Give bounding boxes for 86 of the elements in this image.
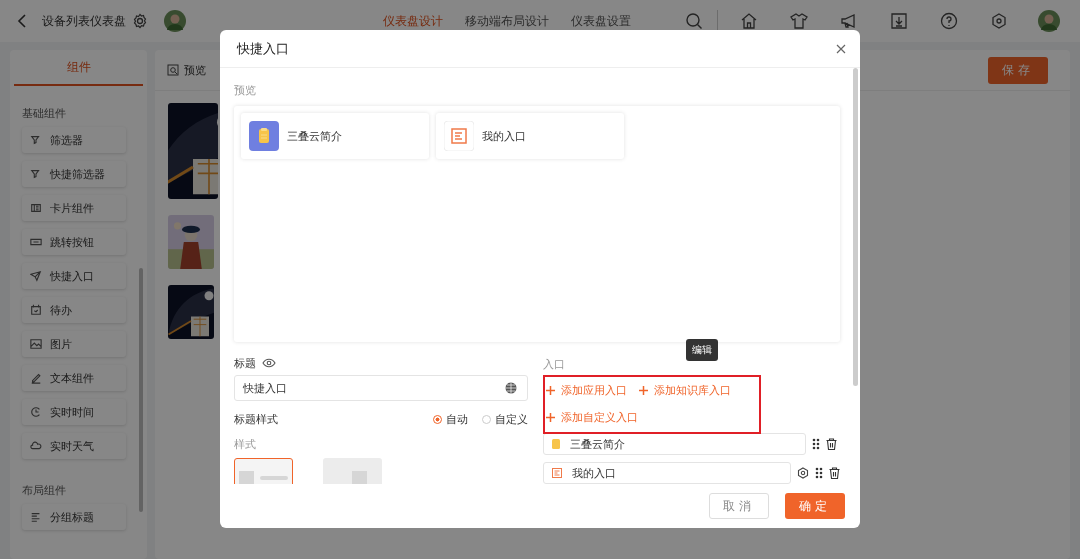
clock-icon: [30, 406, 42, 418]
scrollbar[interactable]: [139, 268, 143, 512]
filter-icon: [30, 168, 42, 180]
search-icon[interactable]: [685, 12, 703, 30]
clipboard-icon: [552, 439, 560, 449]
component-item[interactable]: 快捷筛选器: [22, 161, 126, 187]
radio-option[interactable]: 自定义: [482, 411, 528, 427]
document-icon: [444, 121, 474, 151]
dialog-title: 快捷入口: [237, 39, 289, 58]
component-item[interactable]: 实时时间: [22, 399, 126, 425]
radio-option[interactable]: 自动: [433, 411, 468, 427]
send-icon: [30, 270, 42, 282]
component-item[interactable]: 筛选器: [22, 127, 126, 153]
title-label: 标题: [234, 355, 256, 371]
drag-handle-icon[interactable]: [815, 467, 823, 479]
component-item[interactable]: 待办: [22, 297, 126, 323]
close-icon[interactable]: [836, 43, 846, 54]
dashboard-title: 设备列表仪表盘: [42, 12, 126, 30]
shortcut-card[interactable]: 我的入口: [436, 113, 624, 159]
component-item[interactable]: 跳转按钮: [22, 229, 126, 255]
title-field[interactable]: 快捷入口: [234, 375, 528, 401]
heading-icon: [30, 511, 42, 523]
component-item[interactable]: 卡片组件: [22, 195, 126, 221]
card-icon: [30, 202, 42, 214]
download-icon[interactable]: [890, 12, 908, 30]
component-item[interactable]: 图片: [22, 331, 126, 357]
component-item[interactable]: 实时天气: [22, 433, 126, 459]
preview-label: 预览: [234, 83, 257, 98]
plus-icon: [546, 413, 555, 422]
shortcut-label: 三叠云简介: [287, 128, 342, 144]
shirt-icon[interactable]: [790, 12, 808, 30]
avatar-icon[interactable]: [164, 10, 186, 32]
home-icon[interactable]: [740, 12, 758, 30]
filter-icon: [30, 134, 42, 146]
drag-handle-icon[interactable]: [812, 438, 820, 450]
add-entry-link[interactable]: 添加应用入口: [546, 383, 627, 398]
title-style-label: 标题样式: [234, 411, 278, 427]
component-item[interactable]: 分组标题: [22, 504, 126, 530]
confirm-button[interactable]: 确定: [785, 493, 845, 519]
back-icon[interactable]: [16, 13, 28, 29]
section-title: 布局组件: [22, 483, 67, 498]
entry-field[interactable]: 我的入口: [543, 462, 791, 484]
field-value: 快捷入口: [243, 380, 287, 396]
trash-icon[interactable]: [826, 438, 837, 450]
help-icon[interactable]: [940, 12, 958, 30]
nav-tab[interactable]: 仪表盘设计: [383, 12, 443, 30]
nav-tab[interactable]: 仪表盘设置: [571, 12, 631, 30]
eye-icon[interactable]: [262, 358, 276, 368]
clipboard-icon: [249, 121, 279, 151]
plus-icon: [546, 386, 555, 395]
preview-tab[interactable]: 预览: [167, 62, 206, 78]
radio-label: 自动: [446, 411, 468, 427]
add-entry-link[interactable]: 添加自定义入口: [546, 410, 638, 425]
panel-tab[interactable]: 组件: [14, 50, 143, 86]
entries-label: 入口: [543, 357, 566, 372]
entry-label: 我的入口: [572, 465, 616, 481]
globe-icon[interactable]: [505, 382, 517, 394]
shortcut-label: 我的入口: [482, 128, 526, 144]
save-button[interactable]: 保存: [988, 56, 1048, 84]
style-label: 样式: [234, 437, 257, 452]
entry-label: 三叠云简介: [570, 436, 625, 452]
section-title: 基础组件: [22, 106, 67, 121]
cancel-button[interactable]: 取消: [709, 493, 769, 519]
document-icon: [552, 468, 562, 478]
plus-icon: [639, 386, 648, 395]
settings-icon[interactable]: [797, 467, 809, 479]
entry-field[interactable]: 三叠云简介: [543, 433, 806, 455]
megaphone-icon[interactable]: [840, 12, 858, 30]
avatar-icon[interactable]: [1038, 10, 1060, 32]
settings-icon[interactable]: [132, 13, 148, 29]
nav-tab[interactable]: 移动端布局设计: [465, 12, 549, 30]
preview-icon: [167, 64, 179, 76]
shortcut-card[interactable]: 三叠云简介: [241, 113, 429, 159]
radio-label: 自定义: [495, 411, 528, 427]
scrollbar[interactable]: [853, 68, 858, 386]
calendar-icon: [30, 304, 42, 316]
cloud-icon: [30, 440, 42, 452]
settings-icon[interactable]: [990, 12, 1008, 30]
component-item[interactable]: 快捷入口: [22, 263, 126, 289]
add-entry-link[interactable]: 添加知识库入口: [639, 383, 731, 398]
tooltip: 编辑: [686, 339, 718, 361]
pen-icon: [30, 372, 42, 384]
trash-icon[interactable]: [829, 467, 840, 479]
component-item[interactable]: 文本组件: [22, 365, 126, 391]
image-icon: [30, 338, 42, 350]
button-icon: [30, 236, 42, 248]
